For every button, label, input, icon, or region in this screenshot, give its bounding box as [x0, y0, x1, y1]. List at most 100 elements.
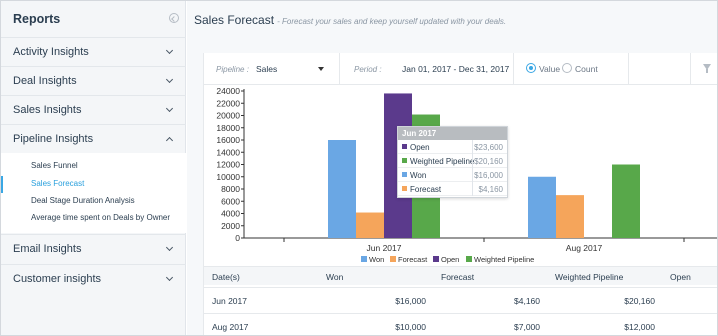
cell-forecast: $7,000: [514, 322, 540, 332]
divider: [690, 53, 691, 85]
sidebar-section-customer-insights[interactable]: Customer insights: [1, 264, 186, 292]
report-card: Pipeline : Sales Period : Jan 01, 2017 -…: [203, 53, 717, 335]
legend-label: Won: [369, 254, 385, 264]
sidebar-item-sales-forecast[interactable]: Sales Forecast: [1, 176, 186, 193]
sidebar-section-label: Customer insights: [13, 273, 102, 285]
column-header-won: Won: [326, 272, 344, 282]
pipeline-select[interactable]: Sales: [256, 53, 330, 85]
legend-swatch: [361, 256, 367, 263]
sidebar-item-label: Sales Funnel: [31, 161, 78, 170]
sidebar-section-deal-insights[interactable]: Deal Insights: [1, 66, 186, 94]
chevron-up-icon: [165, 136, 174, 145]
pipeline-insights-submenu: Sales Funnel Sales Forecast Deal Stage D…: [1, 153, 186, 233]
tooltip-swatch: [402, 172, 407, 177]
collapse-sidebar-icon[interactable]: [169, 13, 179, 23]
page-header: Sales Forecast - Forecast your sales and…: [194, 13, 506, 27]
tooltip-series-name: Weighted Pipeline: [410, 157, 475, 166]
y-tick-label: 6000: [221, 196, 240, 206]
cell-date: Jun 2017: [212, 296, 247, 306]
chevron-down-icon: [165, 46, 174, 55]
value-radio-label: Value: [539, 64, 561, 74]
sidebar-item-label: Deal Stage Duration Analysis: [31, 196, 135, 205]
legend-item-forecast[interactable]: Forecast: [390, 253, 427, 265]
app-frame: Reports Activity Insights Deal Insights …: [0, 0, 718, 336]
sidebar-item-average-time-spent[interactable]: Average time spent on Deals by Owner: [1, 210, 186, 227]
filter-icon[interactable]: [703, 64, 711, 73]
sidebar-section-label: Email Insights: [13, 243, 82, 255]
y-tick-label: 14000: [216, 147, 240, 157]
legend-swatch: [390, 256, 396, 263]
filter-bar: Pipeline : Sales Period : Jan 01, 2017 -…: [204, 53, 717, 85]
tooltip-series-name: Open: [410, 143, 430, 152]
divider: [472, 168, 473, 182]
sidebar-item-deal-stage-duration-analysis[interactable]: Deal Stage Duration Analysis: [1, 193, 186, 210]
count-radio-label: Count: [575, 64, 598, 74]
chevron-down-icon: [165, 243, 174, 252]
legend-label: Forecast: [398, 254, 428, 264]
y-tick-label: 16000: [216, 135, 240, 145]
legend-label: Weighted Pipeline: [474, 254, 535, 264]
period-range-input[interactable]: Jan 01, 2017 - Dec 31, 2017: [402, 64, 509, 74]
divider: [472, 140, 473, 154]
value-radio[interactable]: [526, 63, 536, 73]
bar-won: [528, 176, 556, 238]
y-tick-label: 0: [235, 233, 240, 243]
table-row: Jun 2017 $16,000 $4,160 $20,160: [204, 287, 717, 312]
tooltip-series-value: $23,600: [474, 143, 503, 152]
chevron-down-icon: [165, 273, 174, 282]
pipeline-label: Pipeline :: [216, 65, 249, 74]
divider: [339, 53, 340, 85]
sidebar-section-label: Activity Insights: [13, 46, 89, 58]
forecast-table: Date(s) Won Forecast Weighted Pipeline O…: [204, 266, 717, 335]
tooltip-row: Won $16,000: [398, 168, 507, 182]
tooltip-title: Jun 2017: [398, 127, 507, 140]
sidebar-item-sales-funnel[interactable]: Sales Funnel: [1, 158, 186, 175]
chart-legend: Won Forecast Open Weighted Pipeline: [204, 253, 717, 265]
tooltip-row: Weighted Pipeline $20,160: [398, 154, 507, 168]
cell-won: $16,000: [395, 296, 426, 306]
sidebar-section-email-insights[interactable]: Email Insights: [1, 234, 186, 262]
legend-item-weighted-pipeline[interactable]: Weighted Pipeline: [466, 253, 534, 265]
bar-forecast: [356, 212, 384, 238]
sidebar-section-activity-insights[interactable]: Activity Insights: [1, 37, 186, 65]
legend-swatch: [466, 256, 472, 263]
y-tick-label: 8000: [221, 184, 240, 194]
legend-swatch: [433, 256, 439, 263]
sidebar-section-label: Pipeline Insights: [13, 133, 94, 145]
divider: [513, 53, 514, 85]
cell-forecast: $4,160: [514, 296, 540, 306]
column-header-dates: Date(s): [212, 272, 240, 282]
tooltip-series-value: $20,160: [474, 157, 503, 166]
bar-weighted-pipeline: [612, 164, 640, 238]
bar-won: [328, 140, 356, 238]
legend-label: Open: [441, 254, 460, 264]
page-title: Sales Forecast: [194, 13, 275, 27]
sidebar-section-label: Sales Insights: [13, 104, 82, 116]
divider: [628, 53, 629, 85]
tooltip-swatch: [402, 144, 407, 149]
tooltip-row: Open $23,600: [398, 140, 507, 154]
tooltip-series-value: $4,160: [478, 185, 503, 194]
main-panel: Sales Forecast - Forecast your sales and…: [187, 1, 717, 335]
x-tick-label: Aug 2017: [566, 243, 603, 253]
tooltip-row: Forecast $4,160: [398, 182, 507, 196]
caret-down-icon: [318, 67, 324, 71]
y-tick-label: 2000: [221, 221, 240, 231]
y-tick-label: 18000: [216, 123, 240, 133]
divider: [472, 154, 473, 168]
chevron-down-icon: [165, 104, 174, 113]
count-radio[interactable]: [562, 63, 572, 73]
column-header-open: Open: [670, 272, 691, 282]
cell-won: $10,000: [395, 322, 426, 332]
column-header-weighted-pipeline: Weighted Pipeline: [555, 272, 624, 282]
sidebar-title: Reports: [13, 12, 61, 26]
y-tick-label: 22000: [216, 98, 240, 108]
chart-tooltip: Jun 2017 Open $23,600 Weighted Pipeline …: [397, 126, 508, 198]
legend-item-won[interactable]: Won: [361, 253, 384, 265]
x-tick-label: Jun 2017: [367, 243, 402, 253]
column-header-forecast: Forecast: [441, 272, 475, 282]
legend-item-open[interactable]: Open: [433, 253, 459, 265]
sidebar-section-sales-insights[interactable]: Sales Insights: [1, 95, 186, 123]
sidebar-section-pipeline-insights[interactable]: Pipeline Insights: [1, 124, 186, 152]
y-tick-label: 12000: [216, 160, 240, 170]
